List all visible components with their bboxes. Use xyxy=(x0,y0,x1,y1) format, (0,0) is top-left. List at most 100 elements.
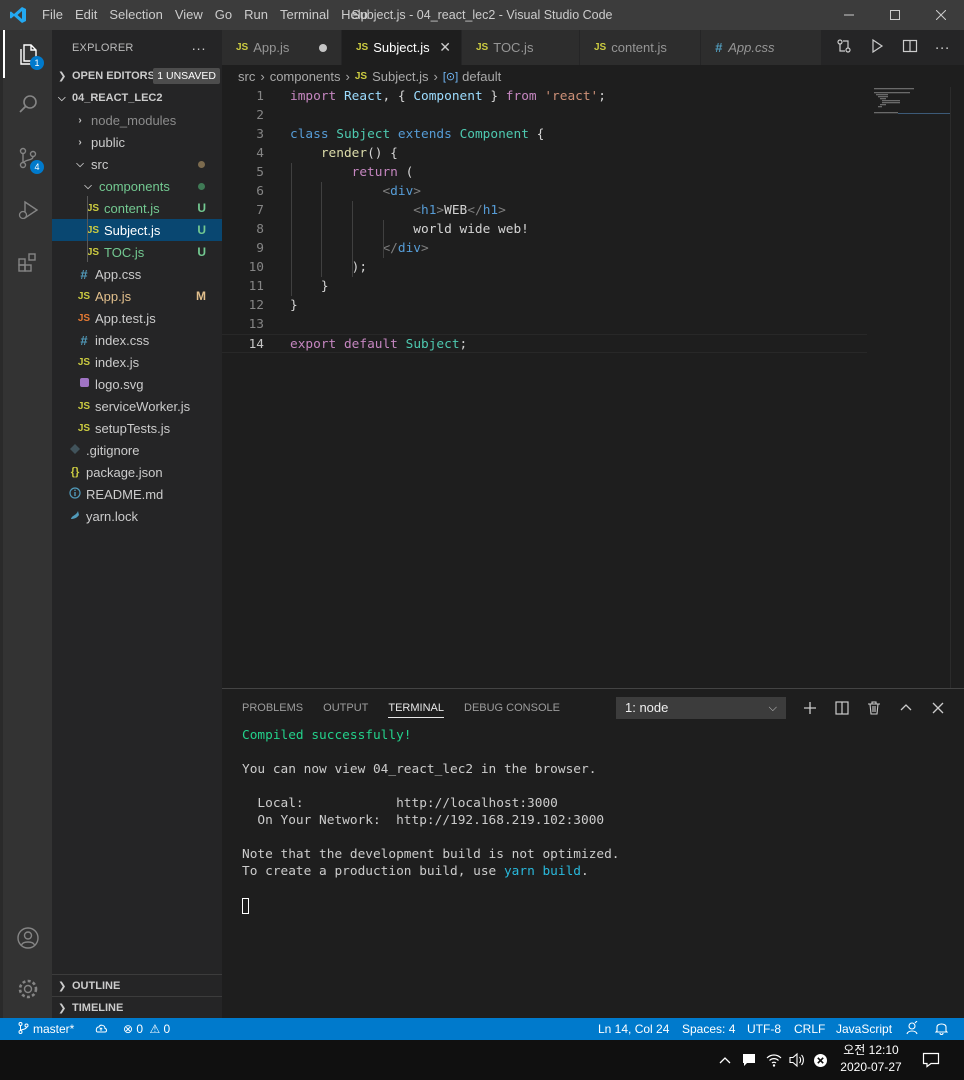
more-actions-icon[interactable]: ··· xyxy=(191,40,206,56)
terminal-select[interactable]: 1: node ⌵ xyxy=(616,697,786,719)
cursor-position[interactable]: Ln 14, Col 24 xyxy=(598,1018,669,1040)
more-editor-actions-button[interactable]: ··· xyxy=(935,39,950,56)
minimize-button[interactable] xyxy=(826,0,872,30)
scm-badge: 4 xyxy=(30,160,44,174)
tree-file-setup-tests-js[interactable]: JS setupTests.js xyxy=(52,417,222,439)
tree-file-app-test-js[interactable]: JS App.test.js xyxy=(52,307,222,329)
search-activity[interactable] xyxy=(3,80,52,128)
tree-file-gitignore[interactable]: .gitignore xyxy=(52,439,222,461)
breadcrumb-components[interactable]: components xyxy=(270,69,341,84)
menu-run[interactable]: Run xyxy=(238,0,274,30)
maximize-button[interactable] xyxy=(872,0,918,30)
open-changes-button[interactable] xyxy=(836,38,852,57)
split-editor-button[interactable] xyxy=(902,38,918,57)
explorer-activity[interactable]: 1 xyxy=(3,30,52,78)
tab-problems[interactable]: PROBLEMS xyxy=(242,689,303,727)
tree-file-yarn-lock[interactable]: yarn.lock xyxy=(52,505,222,527)
tree-file-index-js[interactable]: JS index.js xyxy=(52,351,222,373)
terminal-line-local: Local: http://localhost:3000 xyxy=(242,796,558,811)
tree-folder-public[interactable]: › public xyxy=(52,131,222,153)
menu-help[interactable]: Help xyxy=(335,0,374,30)
outline-header[interactable]: ❯ OUTLINE xyxy=(52,975,222,997)
tab-debug-console[interactable]: DEBUG CONSOLE xyxy=(464,689,560,727)
chat-tray-button[interactable] xyxy=(740,1050,758,1070)
tree-file-content-js[interactable]: JS content.js U xyxy=(52,197,222,219)
menu-edit[interactable]: Edit xyxy=(69,0,103,30)
tree-file-toc-js[interactable]: JS TOC.js U xyxy=(52,241,222,263)
tree-folder-components[interactable]: ⌵ components xyxy=(52,175,222,197)
close-tab-icon[interactable]: ✕ xyxy=(439,39,451,56)
minimap[interactable] xyxy=(872,87,950,127)
tab-app-css[interactable]: # App.css xyxy=(701,30,822,65)
tab-app-js[interactable]: JS App.js xyxy=(222,30,342,65)
tab-terminal[interactable]: TERMINAL xyxy=(388,698,444,718)
menu-view[interactable]: View xyxy=(169,0,209,30)
breadcrumb-file[interactable]: Subject.js xyxy=(372,69,428,84)
extensions-activity[interactable] xyxy=(3,238,52,286)
menu-selection[interactable]: Selection xyxy=(103,0,168,30)
tree-file-app-css[interactable]: # App.css xyxy=(52,263,222,285)
problems-status[interactable]: ⊗ 0 ⚠ 0 xyxy=(123,1018,170,1040)
volume-tray-button[interactable] xyxy=(788,1050,808,1070)
menu-go[interactable]: Go xyxy=(209,0,238,30)
split-terminal-icon xyxy=(835,701,849,715)
breadcrumb-src[interactable]: src xyxy=(238,69,255,84)
tree-folder-src[interactable]: ⌵ src xyxy=(52,153,222,175)
indent-guide xyxy=(321,182,322,277)
tree-file-logo-svg[interactable]: logo.svg xyxy=(52,373,222,395)
unsaved-dot-icon[interactable] xyxy=(319,43,327,52)
code-editor[interactable]: 1 import React, { Component } from 'react… xyxy=(222,87,964,688)
git-status: M xyxy=(196,289,206,303)
source-control-activity[interactable]: 4 xyxy=(3,134,52,182)
outline-section[interactable]: ❯ OUTLINE xyxy=(52,974,222,997)
kill-terminal-button[interactable] xyxy=(862,697,886,719)
split-terminal-button[interactable] xyxy=(830,697,854,719)
tree-file-service-worker-js[interactable]: JS serviceWorker.js xyxy=(52,395,222,417)
indentation[interactable]: Spaces: 4 xyxy=(682,1018,735,1040)
sync-status[interactable] xyxy=(94,1018,108,1040)
accounts-activity[interactable] xyxy=(3,914,52,962)
menu-file[interactable]: File xyxy=(36,0,69,30)
project-section[interactable]: ⌵ 04_REACT_LEC2 xyxy=(52,87,222,109)
tab-output[interactable]: OUTPUT xyxy=(323,689,368,727)
activity-bar: 1 4 xyxy=(0,30,52,1018)
tab-content-js[interactable]: JS content.js xyxy=(580,30,701,65)
show-hidden-icons-button[interactable] xyxy=(716,1050,734,1070)
language-mode[interactable]: JavaScript xyxy=(836,1018,892,1040)
tab-subject-js[interactable]: JS Subject.js ✕ xyxy=(342,30,462,65)
vertical-scrollbar[interactable] xyxy=(950,87,964,688)
close-window-button[interactable] xyxy=(918,0,964,30)
new-terminal-button[interactable] xyxy=(798,697,822,719)
timeline-header[interactable]: ❯ TIMELINE xyxy=(52,997,222,1019)
taskbar-clock[interactable]: 오전 12:10 2020-07-27 xyxy=(832,1042,910,1076)
feedback-button[interactable] xyxy=(905,1018,919,1040)
open-editors-section[interactable]: ❯ OPEN EDITORS 1 UNSAVED xyxy=(52,65,222,87)
line-ending[interactable]: CRLF xyxy=(794,1018,825,1040)
run-debug-activity[interactable] xyxy=(3,186,52,234)
tree-file-readme-md[interactable]: README.md xyxy=(52,483,222,505)
tree-file-package-json[interactable]: {} package.json xyxy=(52,461,222,483)
code-line: 3 class Subject extends Component { xyxy=(256,127,545,142)
run-file-button[interactable] xyxy=(869,38,885,57)
window-controls xyxy=(826,0,964,30)
info-file-icon xyxy=(67,486,83,502)
tree-file-subject-js[interactable]: JS Subject.js U xyxy=(52,219,222,241)
timeline-section[interactable]: ❯ TIMELINE xyxy=(52,996,222,1019)
tree-folder-node-modules[interactable]: › node_modules xyxy=(52,109,222,131)
manage-activity[interactable] xyxy=(3,965,52,1013)
ime-status-button[interactable] xyxy=(811,1050,829,1070)
tab-toc-js[interactable]: JS TOC.js xyxy=(462,30,580,65)
maximize-panel-button[interactable] xyxy=(894,697,918,719)
tree-file-app-js[interactable]: JS App.js M xyxy=(52,285,222,307)
breadcrumb-symbol[interactable]: default xyxy=(462,69,501,84)
branch-status[interactable]: master* xyxy=(18,1018,74,1040)
close-panel-button[interactable] xyxy=(926,697,950,719)
menu-terminal[interactable]: Terminal xyxy=(274,0,335,30)
code-line: 5 return ( xyxy=(256,165,414,180)
code-line: 10 ); xyxy=(248,260,368,275)
action-center-button[interactable] xyxy=(920,1050,942,1070)
wifi-tray-button[interactable] xyxy=(765,1050,783,1070)
notifications-button[interactable] xyxy=(934,1018,949,1040)
encoding[interactable]: UTF-8 xyxy=(747,1018,781,1040)
tree-file-index-css[interactable]: # index.css xyxy=(52,329,222,351)
